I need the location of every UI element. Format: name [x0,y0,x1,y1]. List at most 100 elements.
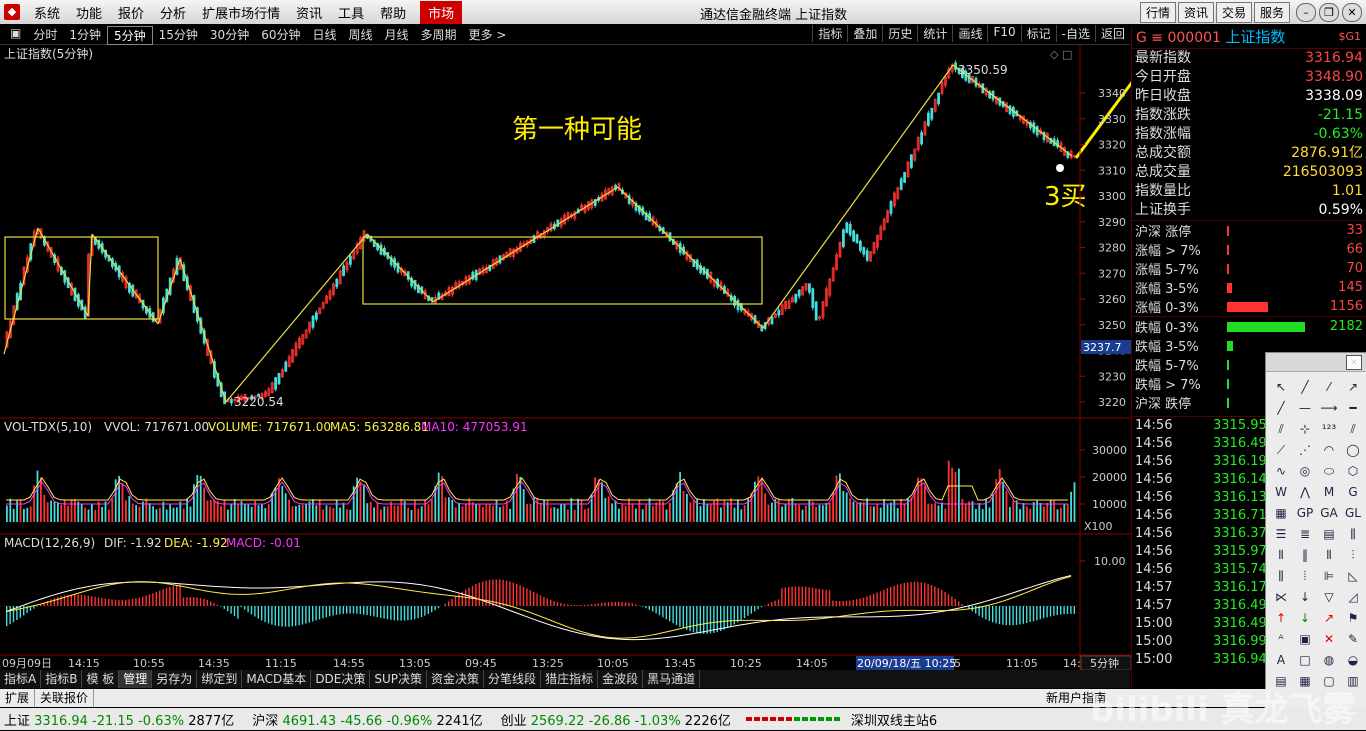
channel-icon[interactable]: ⫽ [1342,420,1364,439]
tool-watchlist[interactable]: -自选 [1056,25,1095,42]
ellipse-icon[interactable]: ⬭ [1318,462,1340,481]
menu-item-news[interactable]: 资讯 [288,3,330,22]
grid-icon[interactable]: ⫶ [1342,546,1364,565]
resistance-icon[interactable]: ⫼ [1342,525,1364,544]
line-segment-icon[interactable]: ╱ [1294,378,1316,397]
tool-draw[interactable]: 画线 [952,25,987,42]
chart-settings-icon[interactable]: ◇ □ [1050,48,1072,61]
menu-item-function[interactable]: 功能 [68,3,110,22]
triangle-icon[interactable]: ◺ [1342,567,1364,586]
delete-icon[interactable]: ✕ [1318,630,1340,649]
indicator-tab[interactable]: SUP决策 [370,670,427,688]
text-icon[interactable]: ᴬ [1270,630,1292,649]
indicator-tab[interactable]: 猎庄指标 [541,670,598,688]
indicator-tab[interactable]: 指标A [0,670,41,688]
fan-lines-icon[interactable]: ⋉ [1270,588,1292,607]
close-icon[interactable]: ✕ [1342,3,1362,22]
news-button[interactable]: 资讯 [1178,2,1214,23]
indicator-tab[interactable]: 黑马通道 [643,670,700,688]
tool-history[interactable]: 历史 [882,25,917,42]
down-green-arrow-icon[interactable]: ↓ [1294,609,1316,628]
menu-item-ext-market[interactable]: 扩展市场行情 [194,3,288,22]
gl-icon[interactable]: GL [1342,504,1364,523]
ga-icon[interactable]: GA [1318,504,1340,523]
tool-back[interactable]: 返回 [1095,25,1130,42]
diagonal-arrow-icon[interactable]: ↗ [1318,609,1340,628]
triangle-down-icon[interactable]: ▽ [1318,588,1340,607]
server-status[interactable]: 深圳双线主站6 [851,710,937,729]
tool-indicator[interactable]: 指标 [812,25,847,42]
period-tab-5m[interactable]: 5分钟 [107,26,153,45]
indicator-tab[interactable]: 另存为 [152,670,197,688]
menu-item-system[interactable]: 系统 [26,3,68,22]
period-tab-week[interactable]: 周线 [343,26,379,45]
block-icon[interactable]: ▣ [1294,630,1316,649]
period-icon[interactable]: ▣ [4,26,27,45]
period-tab-more[interactable]: 更多 > [463,26,513,45]
tab-extension[interactable]: 扩展 [0,689,35,707]
period-tab-15m[interactable]: 15分钟 [153,26,204,45]
arrow-line-icon[interactable]: ↗ [1342,378,1364,397]
minimize-icon[interactable]: – [1296,3,1316,22]
zigzag-icon[interactable]: ⋀ [1294,483,1316,502]
up-arrow-icon[interactable]: ↑ [1270,609,1292,628]
indicator-tab[interactable]: 指标B [41,670,82,688]
letter-a-icon[interactable]: A [1270,651,1292,670]
horizontal-ray-icon[interactable]: ⟶ [1318,399,1340,418]
menu-item-quote[interactable]: 报价 [110,3,152,22]
period-tab-1m[interactable]: 1分钟 [63,26,107,45]
menu-item-analysis[interactable]: 分析 [152,3,194,22]
trade-button[interactable]: 交易 [1216,2,1252,23]
fibonacci-icon[interactable]: ☰ [1270,525,1292,544]
bars-icon[interactable]: ⦙ [1294,567,1316,586]
linear-icon[interactable]: ⊫ [1318,567,1340,586]
indicator-tab[interactable]: DDE决策 [311,670,370,688]
indicator-tab[interactable]: 金波段 [598,670,643,688]
tab-related-quote[interactable]: 关联报价 [35,689,94,707]
indicator-tab[interactable]: 分笔线段 [484,670,541,688]
indicator-tab[interactable]: 资金决策 [427,670,484,688]
palette-header[interactable]: × [1266,353,1366,372]
period-tab-day[interactable]: 日线 [306,26,342,45]
restore-icon[interactable]: ❐ [1319,3,1339,22]
palette-close-icon[interactable]: × [1346,355,1362,370]
ray-icon[interactable]: ⁄ [1318,378,1340,397]
cycle-icon[interactable]: ∿ [1270,462,1292,481]
period-tab-tick[interactable]: 分时 [27,26,63,45]
triangle-outline-icon[interactable]: ◿ [1342,588,1364,607]
horizontal-line-icon[interactable]: ━ [1342,399,1364,418]
gann-icon[interactable]: G [1342,483,1364,502]
lamp-icon[interactable]: ◒ [1342,651,1364,670]
trend-channel-icon[interactable]: ⟋ [1270,441,1292,460]
line-icon[interactable]: ╱ [1270,399,1292,418]
horizontal-segment-icon[interactable]: — [1294,399,1316,418]
gann-box-icon[interactable]: ▦ [1270,504,1292,523]
fan-icon[interactable]: ⋰ [1294,441,1316,460]
indicator-tab[interactable]: 绑定到 [197,670,242,688]
tool-f10[interactable]: F10 [987,25,1020,42]
status-index[interactable]: 创业 2569.22 -26.86 -1.03% 2226亿 [501,710,731,729]
period-tab-month[interactable]: 月线 [379,26,415,45]
quote-button[interactable]: 行情 [1140,2,1176,23]
arc-icon[interactable]: ◠ [1318,441,1340,460]
period-tab-multi[interactable]: 多周期 [415,26,463,45]
status-index[interactable]: 上证 3316.94 -21.15 -0.63% 2877亿 [4,710,234,729]
tool-overlay[interactable]: 叠加 [847,25,882,42]
polygon-icon[interactable]: ⬡ [1342,462,1364,481]
menu-item-help[interactable]: 帮助 [372,3,414,22]
tool-stats[interactable]: 统计 [917,25,952,42]
fib-time-icon[interactable]: ⫴ [1318,546,1340,565]
spiral-icon[interactable]: ◎ [1294,462,1316,481]
indicator-tab[interactable]: MACD基本 [242,670,311,688]
menu-item-market[interactable]: 市场 [420,1,462,24]
percent-line-icon[interactable]: ▤ [1318,525,1340,544]
time-zone-icon[interactable]: ⦀ [1270,546,1292,565]
square-icon[interactable]: □ [1294,651,1316,670]
tool-mark[interactable]: 标记 [1021,25,1056,42]
menu-item-tools[interactable]: 工具 [330,3,372,22]
service-button[interactable]: 服务 [1254,2,1290,23]
retracement-icon[interactable]: ≣ [1294,525,1316,544]
price-line-icon[interactable]: ⊹ [1294,420,1316,439]
highlight-icon[interactable]: ◍ [1318,651,1340,670]
m-pattern-icon[interactable]: M [1318,483,1340,502]
